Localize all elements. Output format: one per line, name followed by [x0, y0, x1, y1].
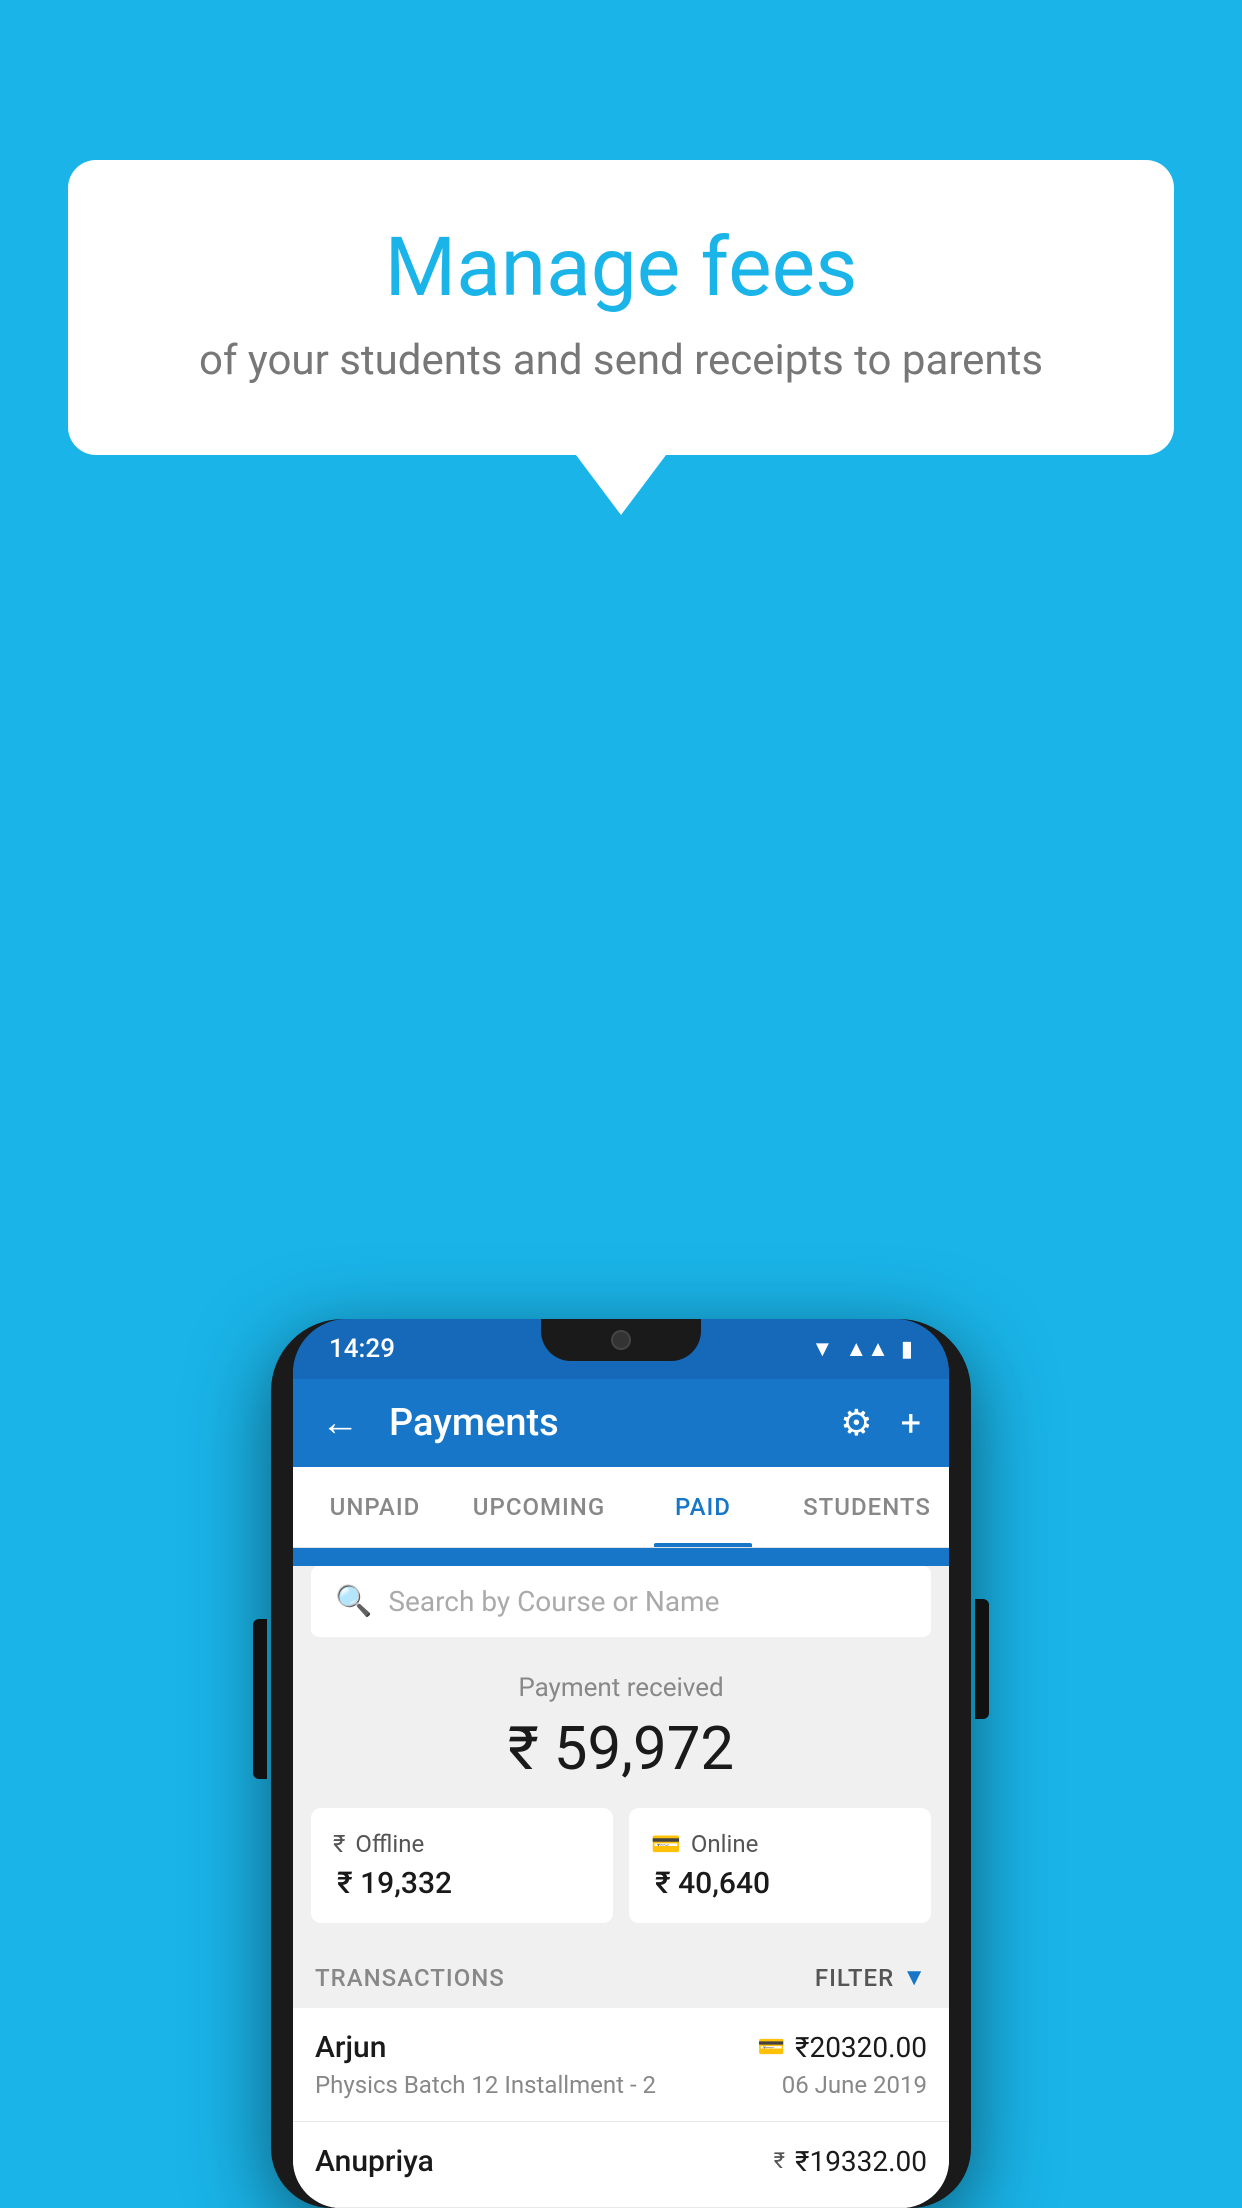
online-amount: ₹ 40,640 [651, 1866, 909, 1901]
status-icons: ▼ ▲▲ ▮ [812, 1336, 913, 1362]
online-icon: 💳 [651, 1830, 681, 1858]
tabs-bar: UNPAID UPCOMING PAID STUDENTS [293, 1467, 949, 1548]
transaction-date: 06 June 2019 [782, 2071, 927, 2099]
battery-icon: ▮ [901, 1337, 913, 1362]
filter-label: FILTER [815, 1964, 894, 1992]
cash-payment-icon: ₹ [774, 2149, 785, 2174]
offline-card: ₹ Offline ₹ 19,332 [311, 1808, 613, 1923]
transaction-amount-row: ₹ ₹19332.00 [774, 2145, 927, 2178]
settings-icon[interactable]: ⚙ [840, 1402, 872, 1444]
transactions-label: TRANSACTIONS [315, 1964, 505, 1992]
transactions-header: TRANSACTIONS FILTER ▼ [293, 1947, 949, 2008]
content-area: 🔍 Search by Course or Name Payment recei… [293, 1566, 949, 2208]
wifi-icon: ▼ [812, 1336, 834, 1362]
phone-screen: 14:29 ▼ ▲▲ ▮ ← Payments ⚙ + UNPAID UPC [293, 1319, 949, 2208]
transaction-amount: ₹19332.00 [795, 2145, 927, 2178]
tab-upcoming[interactable]: UPCOMING [457, 1467, 621, 1547]
tab-unpaid[interactable]: UNPAID [293, 1467, 457, 1547]
transaction-top-row: Anupriya ₹ ₹19332.00 [315, 2144, 927, 2179]
transaction-course: Physics Batch 12 Installment - 2 [315, 2071, 656, 2099]
phone-mockup: 14:29 ▼ ▲▲ ▮ ← Payments ⚙ + UNPAID UPC [271, 1319, 971, 2208]
search-bar[interactable]: 🔍 Search by Course or Name [311, 1566, 931, 1637]
add-icon[interactable]: + [901, 1402, 921, 1444]
app-bar-title: Payments [389, 1401, 820, 1445]
transaction-row[interactable]: Anupriya ₹ ₹19332.00 [293, 2122, 949, 2208]
phone-notch [541, 1319, 701, 1361]
payment-total-amount: ₹ 59,972 [293, 1713, 949, 1784]
bubble-title: Manage fees [148, 220, 1094, 316]
front-camera [611, 1330, 631, 1350]
payment-received-label: Payment received [293, 1673, 949, 1703]
offline-label: Offline [355, 1830, 424, 1858]
transaction-top-row: Arjun 💳 ₹20320.00 [315, 2030, 927, 2065]
filter-icon: ▼ [902, 1963, 927, 1992]
tab-students[interactable]: STUDENTS [785, 1467, 949, 1547]
phone-outer-shell: 14:29 ▼ ▲▲ ▮ ← Payments ⚙ + UNPAID UPC [271, 1319, 971, 2208]
signal-icon: ▲▲ [845, 1336, 889, 1362]
payment-cards: ₹ Offline ₹ 19,332 💳 Online ₹ 40,640 [293, 1808, 949, 1947]
online-card: 💳 Online ₹ 40,640 [629, 1808, 931, 1923]
transaction-amount: ₹20320.00 [795, 2031, 927, 2064]
transaction-name: Arjun [315, 2030, 386, 2065]
speech-bubble-arrow [576, 455, 666, 515]
card-payment-icon: 💳 [758, 2035, 785, 2060]
app-bar-actions: ⚙ + [840, 1402, 921, 1444]
speech-bubble: Manage fees of your students and send re… [68, 160, 1174, 455]
search-placeholder: Search by Course or Name [388, 1585, 719, 1618]
transaction-amount-row: 💳 ₹20320.00 [758, 2031, 927, 2064]
online-card-label-row: 💳 Online [651, 1830, 909, 1858]
transaction-name: Anupriya [315, 2144, 434, 2179]
speech-bubble-section: Manage fees of your students and send re… [68, 160, 1174, 515]
offline-icon: ₹ [333, 1830, 345, 1858]
bubble-subtitle: of your students and send receipts to pa… [148, 336, 1094, 385]
payment-summary: Payment received ₹ 59,972 [293, 1637, 949, 1808]
offline-amount: ₹ 19,332 [333, 1866, 591, 1901]
transaction-bottom-row: Physics Batch 12 Installment - 2 06 June… [315, 2071, 927, 2099]
app-bar: ← Payments ⚙ + [293, 1379, 949, 1467]
tab-paid[interactable]: PAID [621, 1467, 785, 1547]
back-button[interactable]: ← [321, 1401, 359, 1445]
filter-button[interactable]: FILTER ▼ [815, 1963, 927, 1992]
transaction-row[interactable]: Arjun 💳 ₹20320.00 Physics Batch 12 Insta… [293, 2008, 949, 2122]
search-icon: 🔍 [335, 1584, 372, 1619]
offline-card-label-row: ₹ Offline [333, 1830, 591, 1858]
online-label: Online [691, 1830, 758, 1858]
status-time: 14:29 [329, 1334, 395, 1364]
